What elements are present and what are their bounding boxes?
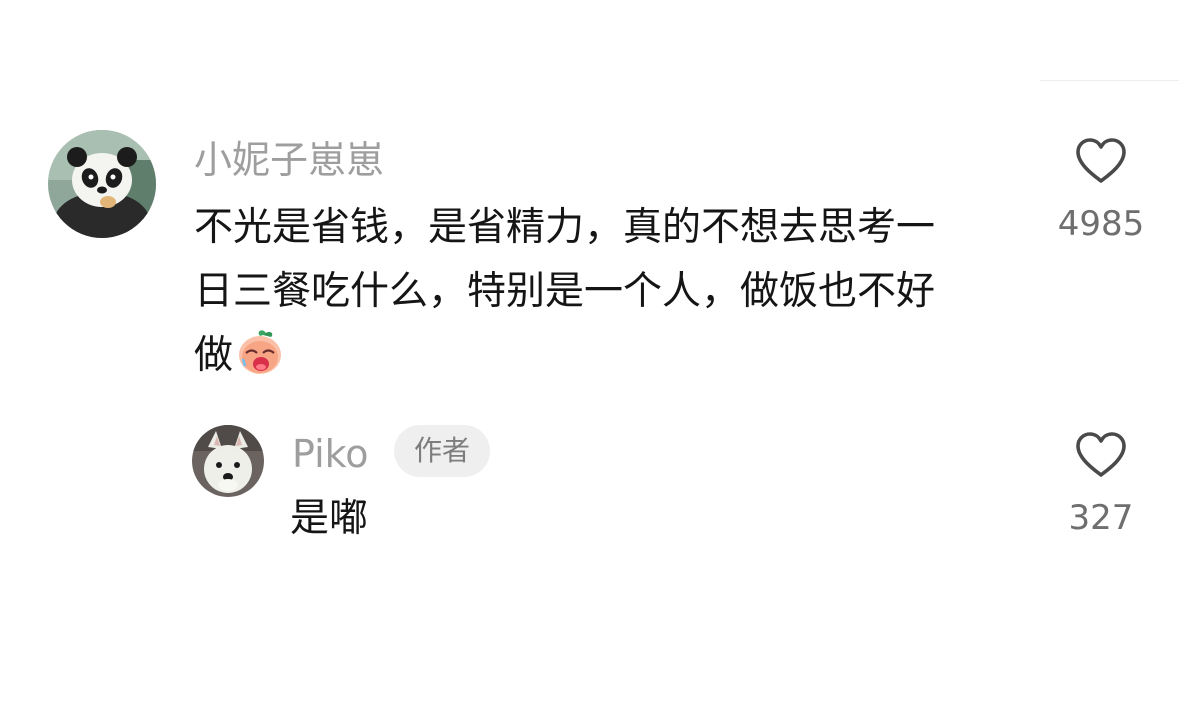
reply-username[interactable]: Piko (292, 432, 369, 476)
top-divider (1040, 80, 1179, 81)
comment-text-fragment: 做 (194, 333, 234, 378)
comment-text: 不光是省钱，是省精力，真的不想去思考一 日三餐吃什么，特别是一个人，做饭也不好 … (194, 196, 1024, 388)
comment-text-line: 做 (194, 324, 1024, 388)
author-badge: 作者 (394, 425, 490, 477)
comment-text-line: 日三餐吃什么，特别是一个人，做饭也不好 (194, 269, 936, 314)
comment-like-heart-icon[interactable] (1074, 137, 1128, 185)
commenter-username[interactable]: 小妮子崽崽 (194, 138, 384, 182)
reply-like-heart-icon[interactable] (1074, 431, 1128, 479)
reply-text: 是嘟 (290, 496, 369, 541)
white-dog-avatar-image (192, 425, 264, 497)
comment-like-count: 4985 (1057, 204, 1145, 244)
reply-author-avatar[interactable] (192, 425, 264, 497)
reply-like-count: 327 (1068, 498, 1134, 538)
sad-peach-emoji-icon (235, 326, 285, 376)
comment-text-line: 不光是省钱，是省精力，真的不想去思考一 (194, 205, 936, 250)
panda-avatar-image (48, 130, 156, 238)
commenter-avatar[interactable] (48, 130, 156, 238)
